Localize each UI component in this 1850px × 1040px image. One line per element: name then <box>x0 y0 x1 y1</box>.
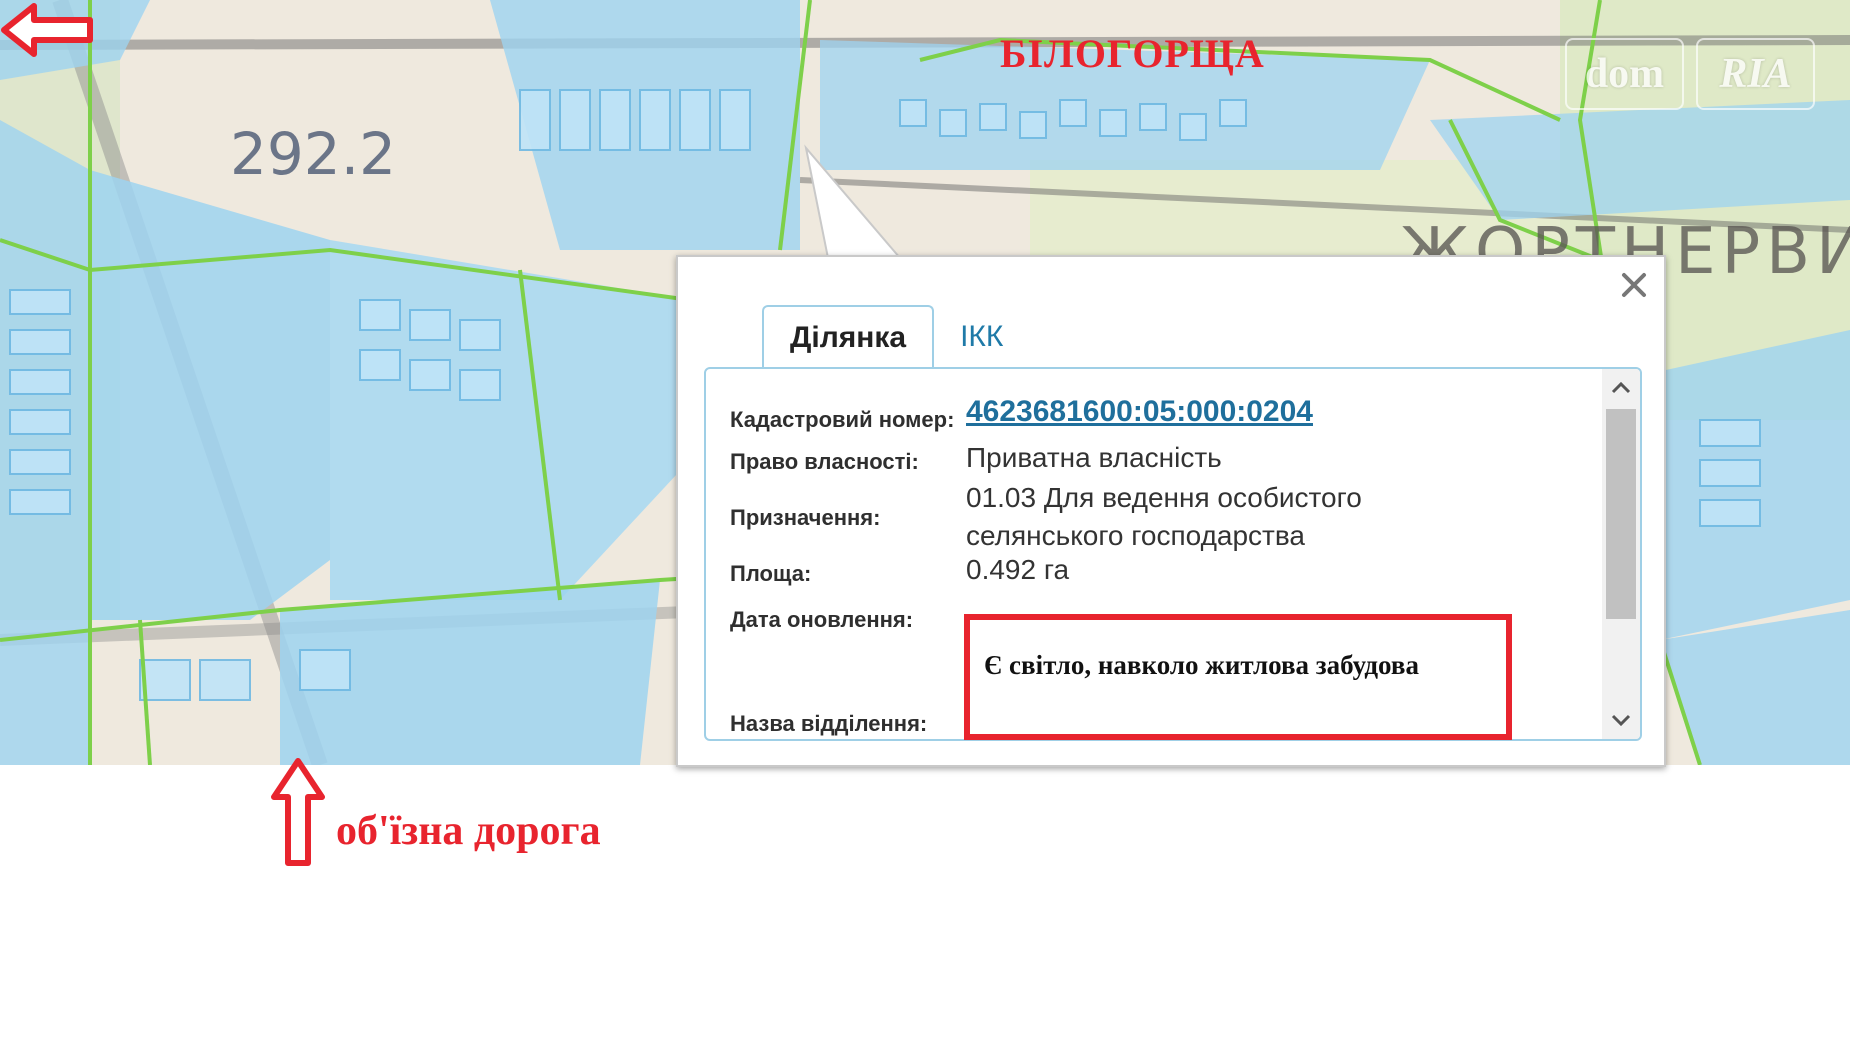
purpose-label: Призначення: <box>730 505 881 530</box>
purpose-value-line1: 01.03 Для ведення особистого <box>966 482 1362 513</box>
place-label: БІЛОГОРЩА <box>1000 31 1265 76</box>
ownership-label: Право власності: <box>730 449 919 474</box>
elevation-label: 292.2 <box>230 120 397 188</box>
popup-tabs: Ділянка ІКК <box>762 305 1029 369</box>
bypass-road-label: об'їзна дорога <box>336 808 601 854</box>
chevron-up-icon[interactable] <box>1606 373 1636 403</box>
chevron-down-icon[interactable] <box>1606 705 1636 735</box>
ownership-value: Приватна власність <box>966 442 1222 473</box>
close-icon[interactable] <box>1618 269 1650 301</box>
area-value: 0.492 га <box>966 554 1070 585</box>
scrollbar-thumb[interactable] <box>1606 409 1636 619</box>
cadastral-number-link[interactable]: 4623681600:05:000:0204 <box>966 395 1313 428</box>
annotation-note-text: Є світло, навколо житлова забудова <box>984 650 1419 680</box>
arrow-up-icon <box>271 758 325 866</box>
arrow-left-icon <box>1 3 93 57</box>
cadastral-number-label: Кадастровий номер: <box>730 407 955 432</box>
area-label: Площа: <box>730 561 812 586</box>
purpose-value-line2: селянського господарства <box>966 520 1306 551</box>
tab-ikk[interactable]: ІКК <box>934 307 1029 367</box>
annotation-note-box: Є світло, навколо житлова забудова <box>964 614 1512 740</box>
watermark: dom RIA <box>1565 38 1815 110</box>
scrollbar[interactable] <box>1602 369 1640 739</box>
department-name-label: Назва відділення: <box>730 711 928 736</box>
update-date-label: Дата оновлення: <box>730 607 914 632</box>
watermark-ria: RIA <box>1696 38 1815 110</box>
watermark-dom: dom <box>1565 38 1684 110</box>
tab-parcel[interactable]: Ділянка <box>762 305 935 369</box>
